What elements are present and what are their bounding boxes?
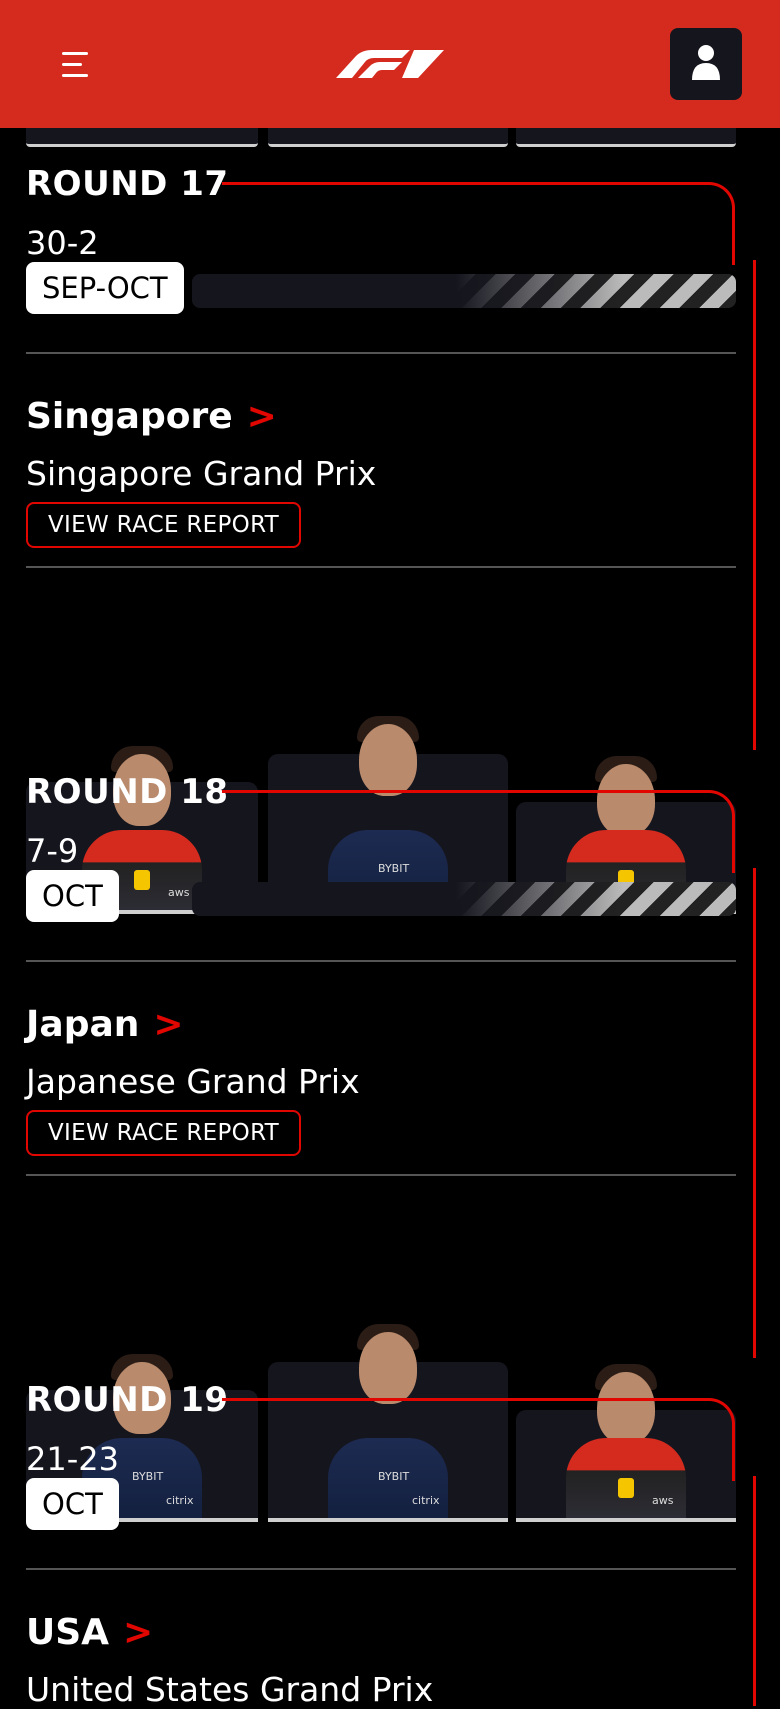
month-badge: OCT <box>26 870 119 922</box>
user-icon <box>692 45 720 80</box>
grand-prix-name: Singapore Grand Prix <box>26 454 377 493</box>
chevron-right-icon: > <box>123 1612 154 1653</box>
account-button[interactable] <box>670 28 742 100</box>
hamburger-icon[interactable] <box>56 44 100 84</box>
race-dates: 21-23 <box>26 1440 119 1478</box>
country-name: USA <box>26 1612 110 1653</box>
race-dates: 7-9 <box>26 832 79 870</box>
country-link[interactable]: Singapore > <box>26 396 277 437</box>
round-divider-line <box>222 182 735 265</box>
divider <box>26 1568 736 1570</box>
round-divider-line <box>222 790 735 873</box>
country-link[interactable]: USA > <box>26 1612 153 1653</box>
divider <box>26 352 736 354</box>
round-side-line <box>753 260 756 750</box>
round-side-line <box>753 1476 756 1706</box>
month-badge: SEP-OCT <box>26 262 184 314</box>
country-name: Japan <box>26 1004 140 1045</box>
view-race-report-button[interactable]: VIEW RACE REPORT <box>26 502 302 548</box>
round-number: ROUND 18 <box>26 772 229 812</box>
race-dates: 30-2 <box>26 224 99 262</box>
round-divider-line <box>222 1398 735 1481</box>
chequered-flag-bar <box>192 274 736 308</box>
grand-prix-name: United States Grand Prix <box>26 1670 434 1709</box>
month-badge: OCT <box>26 1478 119 1530</box>
round-side-line <box>753 868 756 1358</box>
view-race-report-button[interactable]: VIEW RACE REPORT <box>26 1110 302 1156</box>
f1-logo[interactable] <box>332 44 452 84</box>
schedule-list: ROUND 17 30-2 SEP-OCT Singapore > Singapo… <box>0 0 780 1709</box>
chequered-flag-bar <box>192 882 736 916</box>
grand-prix-name: Japanese Grand Prix <box>26 1062 360 1101</box>
chevron-right-icon: > <box>153 1004 184 1045</box>
divider <box>26 960 736 962</box>
country-link[interactable]: Japan > <box>26 1004 184 1045</box>
round-number: ROUND 17 <box>26 164 229 204</box>
country-name: Singapore <box>26 396 233 437</box>
round-number: ROUND 19 <box>26 1380 229 1420</box>
chevron-right-icon: > <box>246 396 277 437</box>
top-app-bar <box>0 0 780 128</box>
